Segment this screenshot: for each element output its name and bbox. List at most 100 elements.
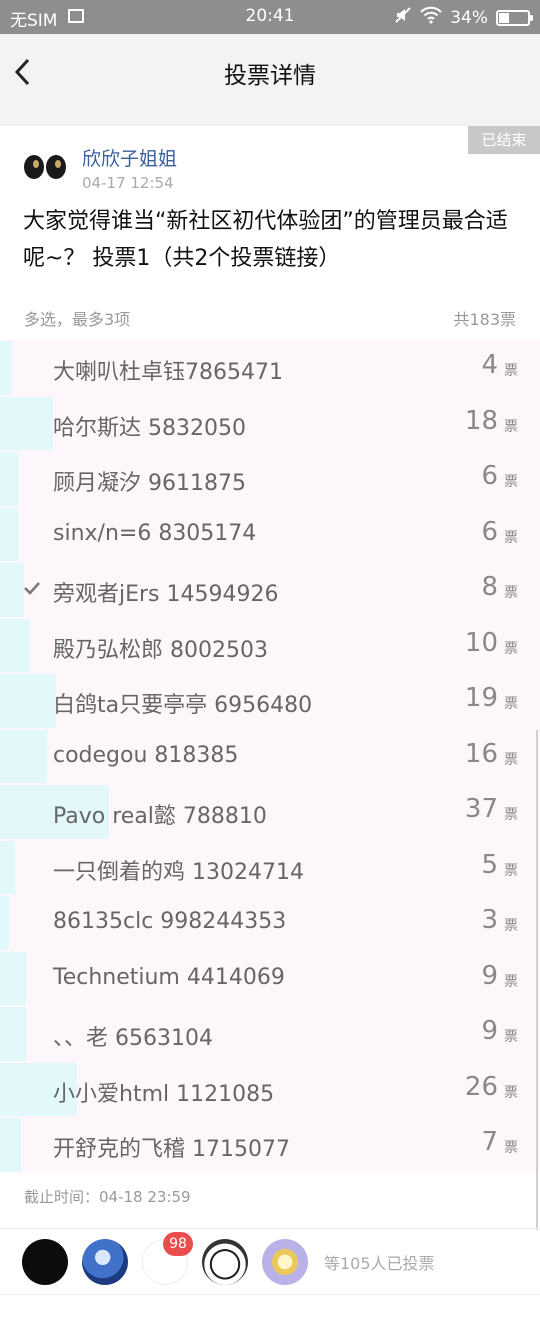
vote-unit: 票 — [504, 1029, 518, 1045]
poll-option[interactable]: 旁观者jErs 14594926 8 票 — [0, 562, 540, 618]
option-label: 大喇叭杜卓钰7865471 — [53, 360, 283, 385]
option-vote-count: 18 — [464, 405, 498, 436]
scrollbar[interactable] — [536, 730, 538, 1230]
vote-share-bar — [0, 618, 30, 672]
vote-unit: 票 — [504, 363, 518, 379]
vote-unit: 票 — [504, 696, 518, 712]
option-vote-count: 3 — [481, 905, 498, 935]
checkmark-icon — [22, 578, 42, 598]
vote-unit: 票 — [504, 585, 518, 601]
option-label: 、、老 6563104 — [53, 1026, 213, 1051]
option-vote-count: 16 — [464, 738, 498, 769]
vote-unit: 票 — [504, 918, 518, 934]
battery-icon — [496, 9, 533, 26]
vote-share-bar — [0, 1007, 26, 1061]
option-label: 86135clc 998244353 — [53, 909, 287, 934]
vote-share-bar — [0, 563, 24, 617]
voter-avatar[interactable]: 98 — [142, 1232, 193, 1285]
poll-option[interactable]: 86135clc 998244353 3 票 — [0, 895, 540, 951]
option-vote-count: 5 — [481, 849, 498, 880]
vote-share-bar — [0, 452, 18, 506]
option-vote-count: 6 — [481, 461, 498, 491]
vote-share-bar — [0, 840, 15, 894]
status-badge: 已结束 — [468, 126, 540, 154]
poll-option[interactable]: 、、老 6563104 9 票 — [0, 1006, 540, 1062]
total-votes: 共183票 — [453, 310, 516, 329]
vote-unit: 票 — [504, 1084, 518, 1101]
option-vote-count: 19 — [464, 683, 498, 713]
poll-option[interactable]: Technetium 4414069 9 票 — [0, 950, 540, 1006]
option-label: 顾月凝汐 9611875 — [53, 471, 246, 496]
author-avatar[interactable] — [22, 152, 70, 182]
poll-option[interactable]: 殿乃弘松郎 8002503 10 票 — [0, 617, 540, 673]
voters-summary: 等105人已投票 — [324, 1254, 435, 1273]
option-label: 殿乃弘松郎 8002503 — [53, 637, 268, 663]
option-label: 小小爱html 1121085 — [53, 1081, 275, 1107]
vote-share-bar — [0, 1118, 21, 1172]
wifi-icon — [420, 6, 442, 29]
option-label: 白鸽ta只要亭亭 6956480 — [53, 693, 313, 718]
vote-share-bar — [0, 729, 47, 783]
poll-option[interactable]: 白鸽ta只要亭亭 6956480 19 票 — [0, 673, 540, 729]
vote-share-bar — [0, 674, 56, 728]
option-vote-count: 6 — [481, 516, 498, 547]
vote-unit: 票 — [504, 751, 518, 768]
divider — [0, 1294, 540, 1295]
voter-avatar[interactable] — [82, 1239, 128, 1285]
battery-text: 34% — [450, 7, 488, 28]
voter-avatar[interactable] — [22, 1239, 68, 1285]
vote-share-bar — [0, 951, 26, 1005]
vote-unit: 票 — [504, 418, 518, 435]
vote-unit: 票 — [504, 807, 518, 823]
vote-share-bar — [0, 341, 12, 395]
poll-option[interactable]: 顾月凝汐 9611875 6 票 — [0, 451, 540, 507]
poll-option[interactable]: 一只倒着的鸡 13024714 5 票 — [0, 839, 540, 895]
page-title: 投票详情 — [224, 63, 316, 89]
voter-avatar[interactable] — [262, 1239, 308, 1285]
vote-unit: 票 — [504, 1140, 518, 1156]
poll-option[interactable]: 小小爱html 1121085 26 票 — [0, 1061, 540, 1117]
vote-share-bar — [0, 396, 53, 450]
option-label: 一只倒着的鸡 13024714 — [53, 859, 304, 885]
option-label: Pavo real懿 788810 — [53, 804, 267, 829]
vote-share-bar — [0, 896, 9, 950]
post-time: 04-17 12:54 — [82, 174, 174, 192]
status-bar: 无SIM 20:41 34% — [0, 0, 540, 34]
voters-row[interactable]: 98 等105人已投票 — [22, 1232, 435, 1286]
poll-option[interactable]: 哈尔斯达 5832050 18 票 — [0, 395, 540, 451]
option-label: 旁观者jErs 14594926 — [53, 582, 279, 607]
option-label: sinx/n=6 8305174 — [53, 520, 257, 546]
header-separator — [0, 110, 540, 126]
vote-unit: 票 — [504, 474, 518, 490]
vote-share-bar — [0, 507, 18, 561]
option-vote-count: 9 — [481, 1016, 498, 1046]
voter-avatar[interactable] — [202, 1239, 248, 1285]
poll-options-list: 大喇叭杜卓钰7865471 4 票哈尔斯达 5832050 18 票顾月凝汐 96118… — [0, 340, 540, 1173]
option-vote-count: 26 — [464, 1071, 498, 1102]
mute-icon — [394, 6, 412, 29]
option-label: codegou 818385 — [53, 742, 239, 768]
divider — [0, 1228, 540, 1229]
poll-option[interactable]: sinx/n=6 8305174 6 票 — [0, 506, 540, 562]
poll-option[interactable]: 开舒克的飞稽 1715077 7 票 — [0, 1117, 540, 1173]
option-vote-count: 37 — [464, 794, 498, 824]
vote-unit: 票 — [504, 862, 518, 879]
poll-question: 大家觉得谁当“新社区初代体验团”的管理员最合适呢~？ 投票1（共2个投票链接） — [23, 209, 508, 271]
option-label: 开舒克的飞稽 1715077 — [53, 1137, 290, 1162]
poll-option[interactable]: Pavo real懿 788810 37 票 — [0, 784, 540, 840]
vote-unit: 票 — [504, 640, 518, 657]
selection-rule: 多选，最多3项 — [24, 310, 131, 329]
poll-option[interactable]: 大喇叭杜卓钰7865471 4 票 — [0, 340, 540, 396]
author-name[interactable]: 欣欣子姐姐 — [82, 144, 177, 171]
option-vote-count: 9 — [481, 960, 498, 991]
vote-unit: 票 — [504, 529, 518, 546]
poll-option[interactable]: codegou 818385 16 票 — [0, 728, 540, 784]
deadline: 截止时间：04-18 23:59 — [24, 1188, 191, 1206]
option-vote-count: 8 — [481, 572, 498, 602]
header: 投票详情 — [0, 34, 540, 110]
vote-unit: 票 — [504, 973, 518, 990]
option-vote-count: 10 — [464, 627, 498, 658]
option-vote-count: 7 — [481, 1127, 498, 1157]
option-vote-count: 4 — [481, 350, 498, 380]
option-label: Technetium 4414069 — [53, 964, 285, 990]
